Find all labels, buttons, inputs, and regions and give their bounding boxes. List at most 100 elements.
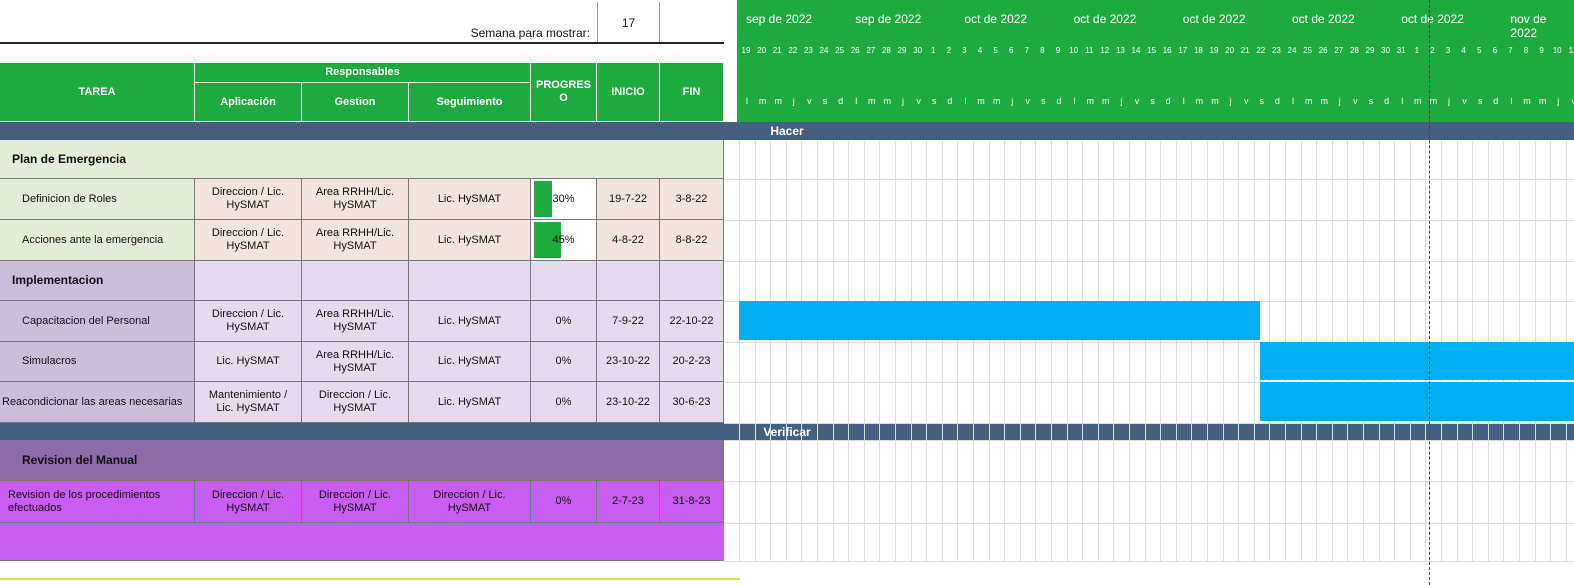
timeline-weekday-label: v [1134, 96, 1140, 106]
group-cell [302, 261, 409, 301]
group-revision-manual[interactable]: Revision del Manual [0, 440, 724, 481]
task-seguimiento: Lic. HySMAT [409, 301, 531, 342]
timeline-weekday-label: j [792, 96, 795, 106]
semana-divider [0, 42, 724, 44]
grid-row-line [724, 440, 1574, 441]
timeline-weekday-label: d [1274, 96, 1280, 106]
grid-day-line [832, 140, 834, 561]
empty-row [0, 523, 724, 561]
group-cell [597, 261, 660, 301]
grid-day-line [879, 140, 881, 561]
timeline-weekday-label: m [1414, 96, 1422, 106]
grid-day-line [973, 140, 974, 561]
header-seguimiento: Seguimiento [409, 83, 531, 122]
task-gestion: Area RRHH/Lic. HySMAT [302, 220, 409, 261]
task-inicio: 19-7-22 [597, 179, 660, 220]
grid-row-line [724, 561, 1574, 562]
progress-bar [534, 181, 552, 217]
task-seguimiento: Lic. HySMAT [409, 220, 531, 261]
timeline-weekday-label: v [1571, 96, 1574, 106]
grid-day-line [863, 140, 865, 561]
task-seguimiento: Lic. HySMAT [409, 179, 531, 220]
task-fin: 3-8-22 [660, 179, 724, 220]
timeline-weekday-label: l [1401, 96, 1404, 106]
grid-day-line [801, 140, 803, 561]
grid-day-line [988, 140, 990, 561]
timeline-weekday-label: v [807, 96, 812, 106]
grid-day-line [1113, 140, 1115, 561]
timeline-weekday-label: m [1211, 96, 1219, 106]
task-fin: 20-2-23 [660, 342, 724, 382]
group-cell [531, 261, 597, 301]
timeline-weekday-label: v [1243, 96, 1249, 106]
grid-row-line [724, 423, 1574, 424]
task-inicio: 2-7-23 [597, 481, 660, 523]
today-marker [1429, 0, 1430, 585]
task-gestion: Area RRHH/Lic. HySMAT [302, 301, 409, 342]
task-fin: 8-8-22 [660, 220, 724, 261]
grid-day-line [1035, 140, 1037, 561]
task-inicio: 23-10-22 [597, 382, 660, 423]
group-cell [195, 261, 302, 301]
task-aplicacion: Lic. HySMAT [195, 342, 302, 382]
grid-day-line [817, 140, 818, 561]
group-implementacion: Implementacion [0, 261, 195, 301]
timeline-weekday-label: m [1102, 96, 1110, 106]
timeline-weekday-label: j [1557, 96, 1560, 106]
task-seguimiento: Lic. HySMAT [409, 382, 531, 423]
gantt-bar-reacondicionar[interactable] [1260, 382, 1574, 421]
grid-day-line [754, 140, 756, 561]
task-seguimiento: Lic. HySMAT [409, 342, 531, 382]
task-progress: 0% [531, 342, 597, 382]
task-name: Capacitacion del Personal [0, 301, 195, 342]
gantt-bar-capacitacion[interactable] [739, 301, 1260, 340]
timeline-weekday-label: l [1510, 96, 1513, 106]
task-progress: 45% [531, 220, 597, 261]
timeline-weekday-label: m [883, 96, 892, 106]
grid-day-line [1082, 140, 1084, 561]
semana-input[interactable]: 17 [597, 2, 660, 42]
task-name: Revision de los procedimientos efectuado… [0, 481, 195, 523]
grid-day-line [770, 140, 772, 561]
group-cell [409, 261, 531, 301]
group-plan-emergencia[interactable]: Plan de Emergencia [0, 140, 724, 179]
timeline-weekday-label: m [868, 96, 876, 106]
timeline-weekday-label: s [1477, 96, 1483, 106]
timeline-weekday-label: d [947, 96, 953, 106]
timeline-weekday-label: m [1320, 96, 1328, 106]
task-fin: 30-6-23 [660, 382, 724, 423]
task-seguimiento: Direccion / Lic. HySMAT [409, 481, 531, 523]
grid-row-line [724, 220, 1574, 221]
task-gestion: Area RRHH/Lic. HySMAT [302, 179, 409, 220]
grid-day-line [848, 140, 850, 561]
timeline-weekday-label: v [1025, 96, 1031, 106]
task-name: Reacondicionar las areas necesarias [0, 382, 195, 423]
grid-row-line [724, 261, 1574, 262]
timeline-weekday-label: m [1304, 96, 1313, 106]
timeline-weekday-label: l [855, 96, 858, 106]
timeline-weekday-label: j [1120, 96, 1123, 106]
grid-row-line [724, 523, 1574, 524]
timeline-weekday-label: d [1165, 96, 1171, 106]
timeline-weekday-label: v [1353, 96, 1358, 106]
task-fin: 31-8-23 [660, 481, 724, 523]
grid-day-line [1129, 140, 1130, 561]
header-progreso: PROGRESO [531, 63, 597, 122]
task-aplicacion: Direccion / Lic. HySMAT [195, 220, 302, 261]
header-gestion: Gestion [302, 83, 409, 122]
progress-text: 0% [555, 314, 572, 327]
timeline-weekday-label: j [1011, 96, 1014, 106]
timeline-weekday-label: m [1195, 96, 1204, 106]
gantt-bar-simulacros[interactable] [1260, 342, 1574, 380]
task-progress: 0% [531, 382, 597, 423]
grid-day-line [1144, 140, 1146, 561]
timeline-weekdays: lmmjvsdlmmjvsdlmmjvsdlmmjvsdlmmjvsdlmmjv… [724, 0, 1574, 122]
timeline-weekday-label: j [1338, 96, 1341, 106]
task-inicio: 23-10-22 [597, 342, 660, 382]
timeline-weekday-label: m [1086, 96, 1094, 106]
progress-text: 0% [555, 355, 572, 367]
task-progress: 0% [531, 481, 597, 523]
grid-row-line [724, 179, 1574, 180]
timeline-weekday-label: d [1384, 96, 1390, 106]
gantt-timeline: sep de 2022 sep de 2022 oct de 2022 oct de … [724, 0, 1574, 585]
